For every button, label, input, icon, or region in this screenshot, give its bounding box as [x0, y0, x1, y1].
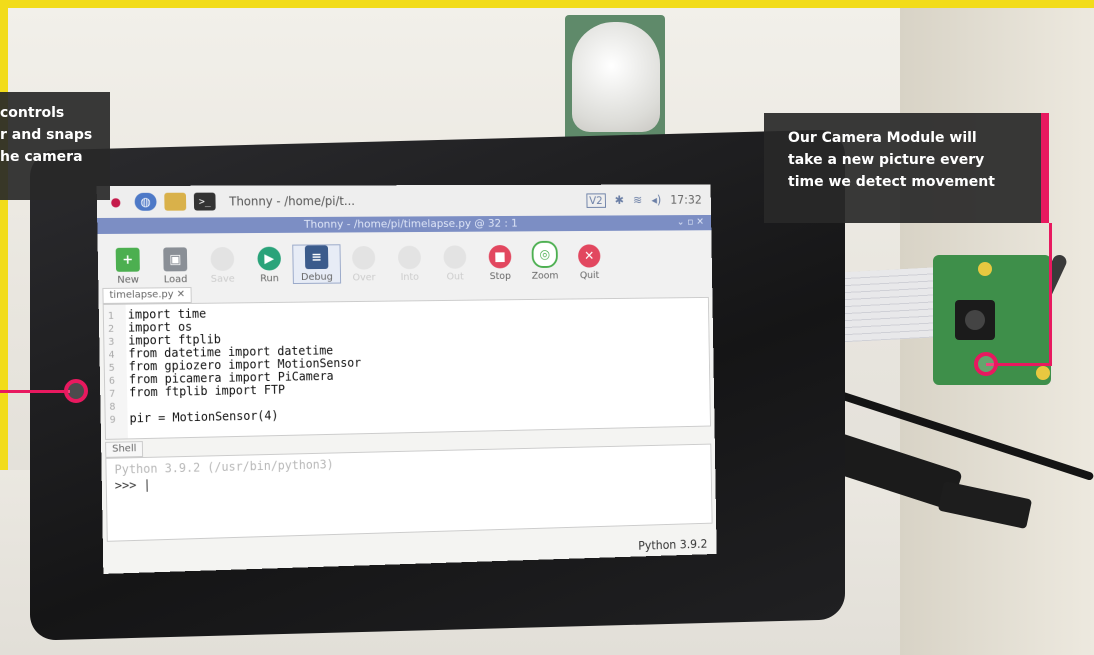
callout-leader-line	[1049, 223, 1052, 365]
clock: 17:32	[670, 193, 702, 207]
load-button[interactable]: ▣ Load	[151, 247, 199, 285]
pir-sensor-dome	[572, 22, 660, 132]
bluetooth-icon[interactable]: ✱	[615, 193, 624, 206]
callout-left: controls r and snaps he camera	[0, 92, 110, 200]
vnc-icon[interactable]: V2	[586, 192, 606, 208]
quit-label: Quit	[579, 270, 600, 282]
save-button[interactable]: Save	[199, 247, 247, 285]
python-shell[interactable]: Python 3.9.2 (/usr/bin/python3) >>> |	[105, 443, 713, 542]
save-label: Save	[210, 273, 235, 285]
zoom-button[interactable]: ◎ Zoom	[522, 240, 567, 282]
callout-marker-ring	[64, 379, 88, 403]
frame-border-top	[0, 0, 1094, 8]
callout-right: Our Camera Module will take a new pictur…	[764, 113, 1049, 223]
run-label: Run	[260, 273, 279, 285]
file-manager-icon[interactable]	[164, 192, 187, 211]
callout-marker-ring	[974, 352, 998, 376]
touchscreen-display: ● ◍ >_ Thonny - /home/pi/t... V2 ✱ ≋ ◂) …	[96, 184, 717, 574]
save-icon	[210, 247, 235, 271]
shell-prompt[interactable]: >>> |	[115, 478, 151, 493]
close-icon: ✕	[577, 244, 601, 268]
callout-right-line: take a new picture every	[788, 152, 985, 168]
callout-leader-line	[0, 390, 70, 393]
plus-icon: +	[115, 247, 140, 272]
load-label: Load	[163, 274, 188, 286]
thonny-toolbar: + New ▣ Load Save ▶ Run ≡ Debug Over Int…	[97, 230, 717, 287]
callout-accent-bar	[1041, 113, 1049, 223]
step-into-icon	[397, 245, 422, 270]
step-out-icon	[443, 245, 467, 269]
code-line: 8	[109, 401, 116, 413]
callout-right-line: time we detect movement	[788, 174, 995, 190]
wifi-icon[interactable]: ≋	[633, 193, 642, 206]
browser-icon[interactable]: ◍	[134, 192, 157, 211]
system-tray: V2 ✱ ≋ ◂) 17:32	[586, 192, 702, 208]
tab-shell[interactable]: Shell	[105, 441, 144, 458]
stop-button[interactable]: ■ Stop	[477, 245, 523, 282]
window-controls[interactable]: ⌄ ▫ ✕	[677, 215, 704, 230]
zoom-icon: ◎	[531, 240, 558, 269]
callout-right-line: Our Camera Module will	[788, 130, 977, 146]
taskbar-app-thonny[interactable]: Thonny - /home/pi/t...	[229, 194, 355, 208]
run-button[interactable]: ▶ Run	[246, 246, 293, 285]
folder-icon: ▣	[163, 247, 188, 272]
step-over-button[interactable]: Over	[340, 245, 387, 284]
camera-lens	[955, 300, 995, 340]
frame-border-left	[0, 0, 8, 470]
over-label: Over	[352, 272, 376, 284]
new-button[interactable]: + New	[104, 247, 152, 286]
callout-left-line: controls	[0, 105, 65, 121]
step-out-button[interactable]: Out	[432, 245, 478, 282]
mounting-hole	[978, 262, 992, 276]
step-over-icon	[351, 245, 376, 270]
code-editor[interactable]: 1 import time 2 import os 3 import ftplib 4…	[102, 296, 711, 440]
window-title: Thonny - /home/pi/timelapse.py @ 32 : 1	[303, 216, 518, 231]
play-icon: ▶	[257, 246, 282, 271]
photo-scene: ● ◍ >_ Thonny - /home/pi/t... V2 ✱ ≋ ◂) …	[0, 0, 1094, 655]
shell-banner: Python 3.9.2 (/usr/bin/python3)	[114, 457, 334, 477]
zoom-label: Zoom	[531, 270, 559, 282]
stop-icon: ■	[488, 245, 512, 269]
stop-label: Stop	[489, 271, 512, 283]
callout-left-line: r and snaps	[0, 127, 93, 143]
callout-left-line: he camera	[0, 149, 83, 165]
new-label: New	[117, 274, 140, 286]
debug-button[interactable]: ≡ Debug	[292, 244, 342, 285]
step-into-button[interactable]: Into	[386, 245, 432, 283]
debug-icon: ≡	[304, 245, 329, 270]
terminal-icon[interactable]: >_	[193, 192, 216, 211]
code-line: 9 pir = MotionSensor(4)	[109, 408, 279, 426]
interpreter-status[interactable]: Python 3.9.2	[638, 537, 707, 553]
taskbar: ● ◍ >_ Thonny - /home/pi/t... V2 ✱ ≋ ◂) …	[96, 184, 712, 218]
code-line: 7 from ftplib import FTP	[109, 382, 286, 400]
mounting-hole	[1036, 366, 1050, 380]
out-label: Out	[446, 271, 464, 283]
into-label: Into	[400, 272, 420, 283]
tab-timelapse[interactable]: timelapse.py ✕	[102, 287, 192, 304]
debug-label: Debug	[300, 271, 333, 283]
volume-icon[interactable]: ◂)	[651, 193, 661, 206]
quit-button[interactable]: ✕ Quit	[567, 244, 612, 281]
